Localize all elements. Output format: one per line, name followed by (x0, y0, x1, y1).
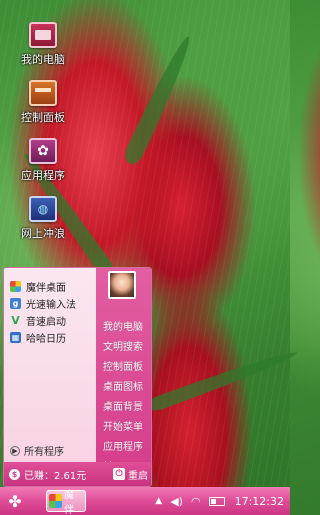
calendar-icon: ▦ (10, 332, 21, 343)
menu-link-start-menu[interactable]: 开始菜单 (96, 415, 151, 435)
menu-item-label: 哈哈日历 (26, 334, 66, 345)
menu-link-applications[interactable]: 应用程序 (96, 435, 151, 455)
desktop-icon-control-panel[interactable]: 控制面板 (8, 80, 78, 125)
clover-icon: ✤ (8, 491, 22, 511)
clock[interactable]: 17:12:32 (235, 495, 284, 508)
earnings-label: 已赚：2.61元 (24, 470, 87, 482)
taskbar-app-moban[interactable]: 魔伴 (46, 490, 86, 515)
wallpaper-leaf (121, 32, 197, 168)
menu-item-label: 魔伴桌面 (26, 283, 66, 294)
info-icon: $ (9, 468, 20, 480)
menu-item-quick-launch[interactable]: V 音速启动 (4, 312, 96, 329)
arrow-right-icon: ▶ (10, 445, 20, 456)
desktop-icon-applications[interactable]: ✿ 应用程序 (8, 138, 78, 183)
menu-item-label: 音速启动 (26, 317, 66, 328)
power-icon: ⏻ (113, 468, 125, 480)
menu-link-desktop-background[interactable]: 桌面背景 (96, 395, 151, 415)
computer-icon (29, 22, 57, 48)
menu-link-control-panel[interactable]: 控制面板 (96, 355, 151, 375)
desktop-icon-label: 网上冲浪 (21, 227, 65, 240)
volume-icon[interactable]: ◀) (170, 495, 183, 508)
internet-icon: ◍ (29, 196, 57, 222)
desktop-icon-internet[interactable]: ◍ 网上冲浪 (8, 196, 78, 241)
input-method-icon: g (10, 298, 21, 309)
control-panel-icon (29, 80, 57, 106)
all-programs-label: 所有程序 (24, 447, 64, 458)
wallpaper-leaf (144, 346, 300, 414)
menu-item-calendar[interactable]: ▦ 哈哈日历 (4, 329, 96, 346)
start-button[interactable]: ✤ (0, 487, 30, 515)
desktop-icon-my-computer[interactable]: 我的电脑 (8, 22, 78, 67)
start-menu-shortcuts-panel: 我的电脑 文明搜索 控制面板 桌面图标 桌面背景 开始菜单 应用程序 关于.. (96, 268, 151, 473)
desktop-icon-label: 应用程序 (21, 169, 65, 182)
restart-label: 重启 (128, 470, 148, 482)
desktop-icon-label: 控制面板 (21, 111, 65, 124)
system-tray: ▲ ◀) ◠ 17:12:32 (147, 495, 290, 508)
taskbar: ✤ 魔伴 ▲ ◀) ◠ 17:12:32 (0, 487, 290, 515)
battery-icon[interactable] (208, 496, 225, 506)
start-menu: 魔伴桌面 g 光速输入法 V 音速启动 ▦ 哈哈日历 ▶ 所有程序 我的电脑 文… (3, 267, 152, 487)
applications-icon: ✿ (29, 138, 57, 164)
chevron-up-icon[interactable]: ▲ (155, 496, 162, 506)
all-programs-button[interactable]: ▶ 所有程序 (4, 442, 96, 459)
menu-item-label: 光速输入法 (26, 300, 76, 311)
earnings-balance[interactable]: $ 已赚：2.61元 (9, 467, 86, 482)
start-menu-footer: $ 已赚：2.61元 ⏻ 重启 (4, 462, 151, 486)
pinwheel-icon (49, 494, 63, 508)
menu-item-mobanzhuomian[interactable]: 魔伴桌面 (4, 278, 96, 295)
wifi-icon[interactable]: ◠ (191, 495, 201, 508)
start-menu-programs-panel: 魔伴桌面 g 光速输入法 V 音速启动 ▦ 哈哈日历 ▶ 所有程序 (4, 268, 96, 464)
quick-launch-icon: V (11, 314, 20, 327)
task-label: 魔伴 (64, 490, 75, 515)
menu-link-search[interactable]: 文明搜索 (96, 335, 151, 355)
restart-button[interactable]: ⏻ 重启 (113, 467, 148, 482)
menu-item-input-method[interactable]: g 光速输入法 (4, 295, 96, 312)
avatar[interactable] (108, 271, 136, 299)
desktop-icon-label: 我的电脑 (21, 53, 65, 66)
menu-link-desktop-icons[interactable]: 桌面图标 (96, 375, 151, 395)
pinwheel-icon (10, 281, 21, 292)
menu-link-my-computer[interactable]: 我的电脑 (96, 315, 151, 335)
